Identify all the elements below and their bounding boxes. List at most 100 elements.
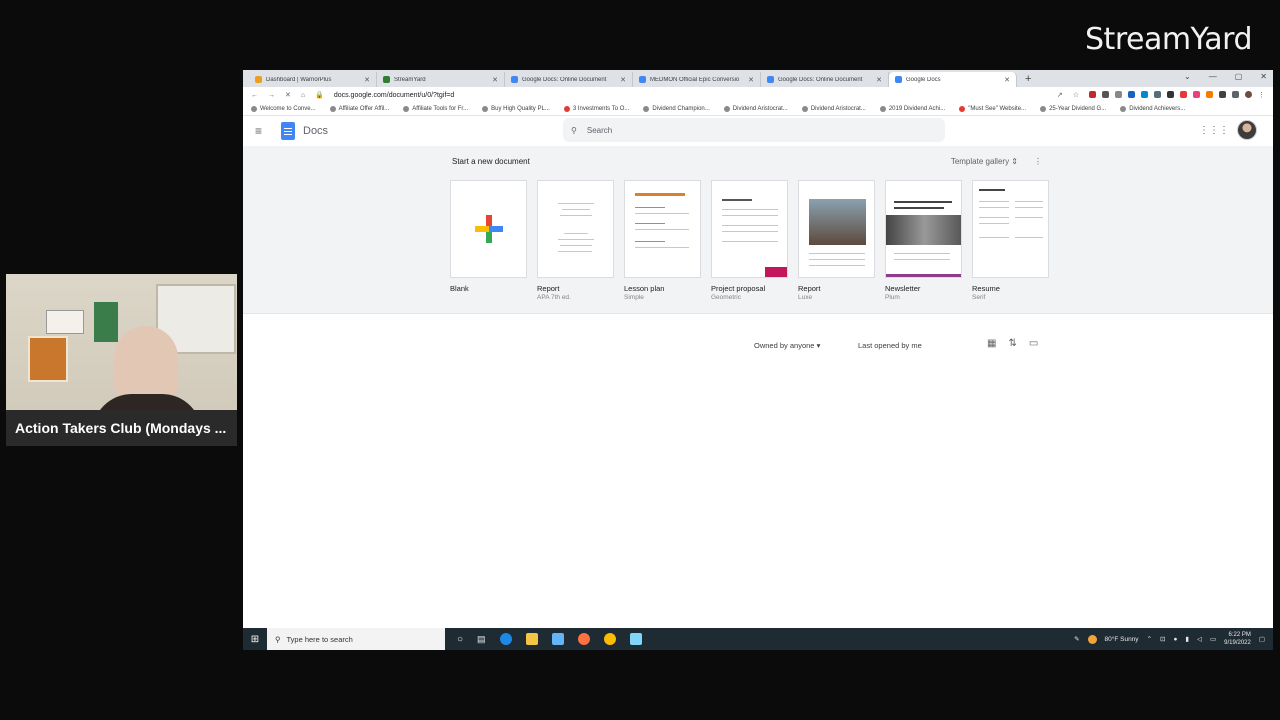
template-gallery-button[interactable]: Template gallery ⇕ (951, 157, 1018, 166)
sort-dropdown[interactable]: Last opened by me (858, 341, 922, 350)
browser-tab-active[interactable]: Google Docs ✕ (889, 72, 1017, 87)
template-card-report-luxe[interactable]: Report Luxe (798, 180, 875, 301)
file-explorer-icon[interactable] (525, 633, 538, 645)
extension-icon[interactable] (1141, 91, 1148, 98)
close-icon[interactable]: ✕ (748, 76, 754, 84)
notepad-icon[interactable] (629, 633, 642, 645)
keyboard-icon[interactable]: ▭ (1210, 635, 1216, 643)
home-icon[interactable]: ⌂ (301, 92, 305, 99)
template-gallery: Start a new document Template gallery ⇕ … (243, 146, 1273, 314)
folder-icon[interactable]: ▭ (1029, 338, 1038, 349)
extension-icon[interactable] (1206, 91, 1213, 98)
browser-tab[interactable]: Dashboard | WarriorPlus ✕ (249, 72, 377, 87)
taskbar-search-input[interactable]: ⚲ Type here to search (267, 628, 445, 650)
extension-icon[interactable] (1115, 91, 1122, 98)
chrome-icon[interactable] (603, 633, 616, 645)
more-options-icon[interactable]: ⋮ (1034, 157, 1042, 166)
bookmarks-bar: Welcome to Conve... Affiliate Offer Affi… (243, 103, 1273, 116)
battery-icon[interactable]: ▮ (1185, 635, 1189, 643)
network-icon[interactable]: ⊡ (1160, 635, 1165, 643)
extension-icon[interactable] (1193, 91, 1200, 98)
bookmark[interactable]: Buy High Quality PL... (482, 106, 550, 112)
close-icon[interactable]: ✕ (620, 76, 626, 84)
bookmark[interactable]: 2019 Dividend Achi... (879, 106, 945, 112)
bookmark[interactable]: Dividend Aristocrat... (801, 106, 866, 112)
mic-icon[interactable]: ● (1173, 636, 1177, 643)
browser-tab[interactable]: Google Docs: Online Document ✕ (505, 72, 633, 87)
volume-icon[interactable]: ◁ (1197, 635, 1202, 643)
grid-view-icon[interactable]: ▦ (987, 338, 996, 349)
template-thumbnail (537, 180, 614, 278)
webcam-feed: Action Takers Club (Mondays ... (6, 274, 237, 446)
app-title[interactable]: Docs (303, 125, 328, 137)
cortana-icon[interactable]: ○ (457, 634, 463, 645)
bookmark[interactable]: Dividend Achievers... (1120, 106, 1185, 112)
window-controls: ⌄ — ▢ ✕ (1184, 72, 1267, 81)
extension-icon[interactable] (1128, 91, 1135, 98)
browser-tab[interactable]: MEDMON Official Epic Conversio ✕ (633, 72, 761, 87)
bookmark[interactable]: "Must See" Website... (959, 106, 1026, 112)
template-card-lesson-plan[interactable]: Lesson plan Simple (624, 180, 701, 301)
windows-start-icon[interactable]: ⊞ (243, 634, 267, 645)
browser-tab[interactable]: StreamYard ✕ (377, 72, 505, 87)
minimize-icon[interactable]: — (1209, 72, 1217, 81)
plus-icon (475, 215, 503, 243)
template-card-resume[interactable]: Resume Serif (972, 180, 1049, 301)
browser-tab[interactable]: Google Docs: Online Document ✕ (761, 72, 889, 87)
task-view-icon[interactable]: ▤ (477, 634, 486, 645)
bookmark[interactable]: Welcome to Conve... (251, 106, 316, 112)
bookmark[interactable]: Affiliate Offer Affil... (329, 106, 389, 112)
weather-label[interactable]: 80°F Sunny (1105, 636, 1139, 643)
sort-az-icon[interactable]: ⇅ (1008, 338, 1016, 349)
template-card-blank[interactable]: Blank (450, 180, 527, 301)
bookmark[interactable]: Dividend Champion... (643, 106, 710, 112)
docs-logo-icon[interactable] (281, 122, 295, 140)
extension-icon[interactable] (1089, 91, 1096, 98)
extension-icon[interactable] (1154, 91, 1161, 98)
share-icon[interactable]: ↗ (1057, 91, 1063, 99)
profile-icon[interactable] (1245, 91, 1252, 98)
template-card-project-proposal[interactable]: Project proposal Geometric (711, 180, 788, 301)
puzzle-icon[interactable] (1232, 91, 1239, 98)
forward-icon[interactable]: → (268, 92, 275, 99)
extension-icon[interactable] (1102, 91, 1109, 98)
close-icon[interactable]: ✕ (492, 76, 498, 84)
bookmark[interactable]: Affiliate Tools for Fr... (403, 106, 468, 112)
close-icon[interactable]: ✕ (876, 76, 882, 84)
close-icon[interactable]: ✕ (364, 76, 370, 84)
stop-icon[interactable]: ✕ (285, 91, 291, 99)
firefox-icon[interactable] (577, 633, 590, 645)
pen-icon[interactable]: ✎ (1074, 635, 1079, 643)
bookmark[interactable]: Dividend Aristocrat... (723, 106, 788, 112)
notification-icon[interactable]: ▢ (1259, 635, 1265, 643)
bookmark[interactable]: 3 Investments To O... (563, 106, 629, 112)
extension-icon[interactable] (1219, 91, 1226, 98)
close-icon[interactable]: ✕ (1004, 76, 1010, 84)
bookmark-icon (1120, 106, 1127, 112)
url-field[interactable]: docs.google.com/document/u/0/?tgif=d (334, 92, 1047, 99)
owner-filter-dropdown[interactable]: Owned by anyone ▾ (754, 341, 820, 350)
extension-icon[interactable] (1167, 91, 1174, 98)
close-window-icon[interactable]: ✕ (1260, 72, 1267, 81)
template-card-report[interactable]: Report APA 7th ed. (537, 180, 614, 301)
clock[interactable]: 6:22 PM 9/19/2022 (1224, 631, 1251, 647)
menu-dots-icon[interactable]: ⋮ (1258, 91, 1265, 99)
back-icon[interactable]: ← (251, 92, 258, 99)
bookmark[interactable]: 25-Year Dividend G... (1040, 106, 1106, 112)
chevron-down-icon[interactable]: ⌄ (1184, 72, 1191, 81)
extension-icon[interactable] (1180, 91, 1187, 98)
star-icon[interactable]: ☆ (1073, 91, 1079, 99)
streamyard-logo: StreamYard (1085, 22, 1252, 57)
stream-stage: StreamYard Action Takers Club (Mondays .… (0, 0, 1280, 720)
apps-grid-icon[interactable]: ⋮⋮⋮ (1199, 125, 1229, 136)
main-menu-icon[interactable]: ≡ (255, 124, 275, 138)
template-card-newsletter[interactable]: Newsletter Plum (885, 180, 962, 301)
edge-icon[interactable] (499, 633, 512, 645)
maximize-icon[interactable]: ▢ (1235, 72, 1243, 81)
word-icon[interactable] (551, 633, 564, 645)
chevron-up-icon[interactable]: ⌃ (1147, 635, 1152, 643)
search-input[interactable]: ⚲ Search (563, 118, 945, 142)
new-tab-button[interactable]: + (1017, 72, 1039, 87)
template-photo (809, 199, 866, 245)
avatar[interactable] (1237, 120, 1257, 140)
